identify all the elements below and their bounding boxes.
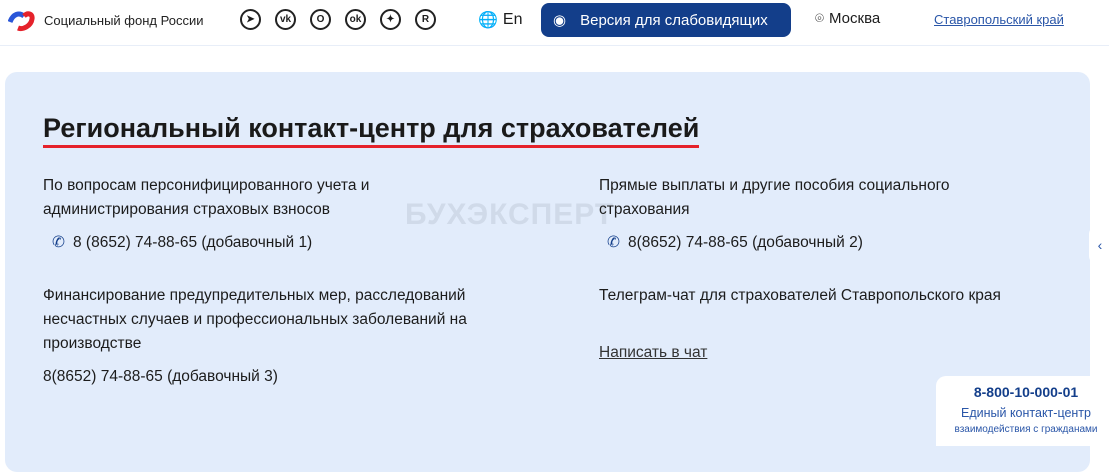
- block-prevention: Финансирование предупредительных мер, ра…: [43, 287, 467, 352]
- vk-icon[interactable]: vk: [275, 9, 296, 30]
- phone-icon: ✆: [607, 234, 620, 251]
- header: Социальный фонд России ➤ vk O ok ✦ R 🌐 E…: [0, 0, 1109, 46]
- social-links: ➤ vk O ok ✦ R: [240, 9, 436, 30]
- location-pin-icon: ⌾: [815, 10, 825, 27]
- logo-text: Социальный фонд России: [44, 12, 204, 28]
- hotline-widget[interactable]: 8-800-10-000-01 Единый контакт-центр вза…: [936, 376, 1109, 446]
- city-selector[interactable]: ⌾ Москва: [815, 10, 880, 27]
- hotline-subtitle: взаимодействия с гражданами: [954, 424, 1098, 435]
- hotline-number: 8-800-10-000-01: [973, 384, 1079, 400]
- logo[interactable]: Социальный фонд России: [8, 8, 203, 32]
- chevron-left-icon: ‹: [1097, 237, 1103, 253]
- side-panel-toggle[interactable]: ‹: [1089, 226, 1109, 264]
- max-icon[interactable]: O: [310, 9, 331, 30]
- dzen-icon[interactable]: ✦: [380, 9, 401, 30]
- phone-icon: ✆: [52, 234, 65, 251]
- phone-2[interactable]: ✆ 8(8652) 74-88-65 (добавочный 2): [607, 233, 863, 252]
- globe-icon: 🌐: [478, 12, 498, 29]
- chat-link[interactable]: Написать в чат: [599, 344, 707, 362]
- block-telegram: Телеграм-чат для страхователей Ставропол…: [599, 287, 1001, 304]
- region-link[interactable]: Ставропольский край: [934, 12, 1064, 27]
- telegram-icon[interactable]: ➤: [240, 9, 261, 30]
- hotline-title: Единый контакт-центр: [960, 406, 1091, 420]
- phone-3[interactable]: 8(8652) 74-88-65 (добавочный 3): [43, 368, 278, 386]
- city-label: Москва: [829, 10, 881, 27]
- ok-icon[interactable]: ok: [345, 9, 366, 30]
- phone-1[interactable]: ✆ 8 (8652) 74-88-65 (добавочный 1): [52, 233, 312, 252]
- block-payments: Прямые выплаты и другие пособия социальн…: [599, 177, 950, 218]
- rutube-icon[interactable]: R: [415, 9, 436, 30]
- language-label: En: [502, 11, 523, 28]
- phone-text: 8 (8652) 74-88-65 (добавочный 1): [73, 233, 313, 251]
- low-vision-label: Версия для слабовидящих: [580, 11, 768, 29]
- page-title: Региональный контакт-центр для страховат…: [43, 113, 700, 148]
- phone-text: 8(8652) 74-88-65 (добавочный 3): [43, 368, 278, 385]
- block-accounting: По вопросам персонифицированного учета и…: [43, 177, 370, 218]
- eye-icon: ◉: [553, 12, 567, 29]
- sfr-logo-icon: [8, 11, 35, 31]
- phone-text: 8(8652) 74-88-65 (добавочный 2): [628, 233, 863, 251]
- language-switch[interactable]: 🌐 En: [478, 10, 523, 30]
- low-vision-button[interactable]: ◉ Версия для слабовидящих: [541, 3, 791, 37]
